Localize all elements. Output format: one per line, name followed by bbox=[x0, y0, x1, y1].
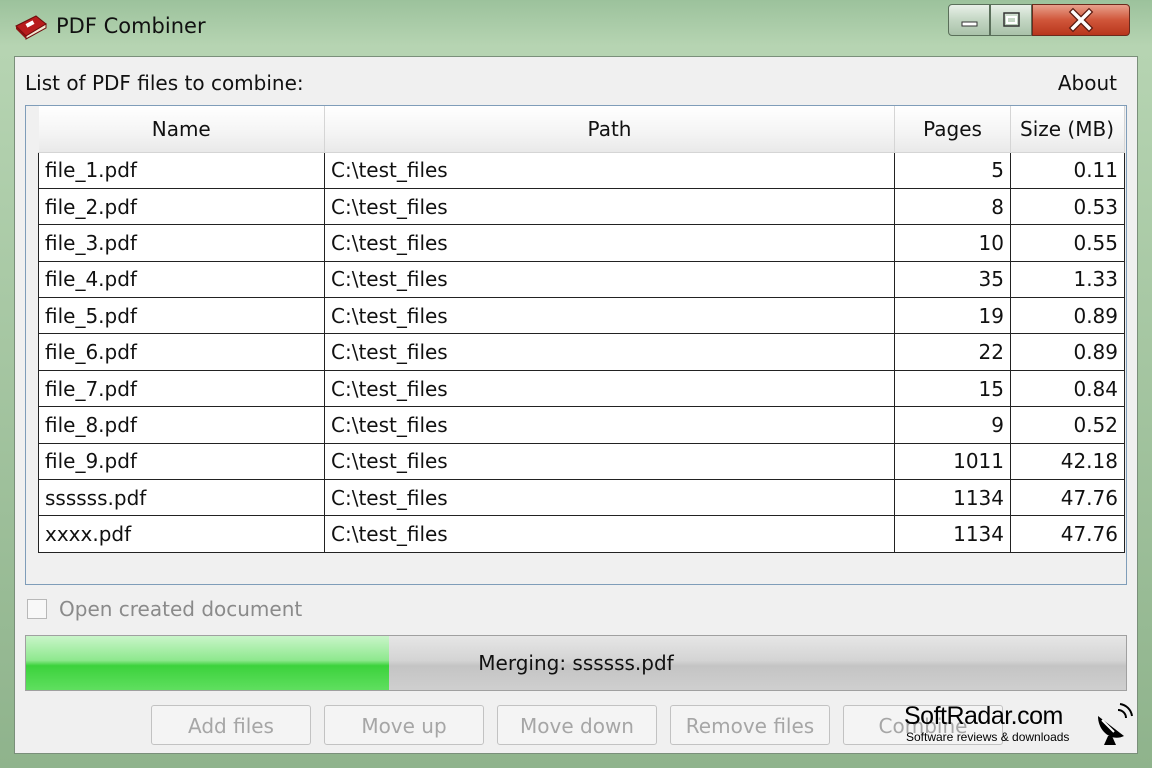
cell-size: 47.76 bbox=[1010, 479, 1125, 517]
cell-name: file_1.pdf bbox=[38, 151, 325, 189]
cell-path: C:\test_files bbox=[324, 442, 895, 481]
minimize-button[interactable] bbox=[948, 4, 990, 36]
remove-files-button[interactable]: Remove files bbox=[670, 705, 830, 745]
table-row[interactable]: file_7.pdf C:\test_files 15 0.84 bbox=[38, 369, 1125, 408]
cell-pages: 35 bbox=[894, 260, 1011, 299]
cell-size: 42.18 bbox=[1010, 442, 1125, 481]
app-window: PDF Combiner List of PDF files to combin… bbox=[0, 0, 1152, 768]
file-grid[interactable]: Name Path Pages Size (MB) file_1.pdf C:\t… bbox=[25, 105, 1127, 585]
cell-pages: 1134 bbox=[894, 515, 1011, 553]
cell-path: C:\test_files bbox=[324, 333, 895, 371]
cell-name: file_9.pdf bbox=[38, 442, 325, 481]
cell-pages: 15 bbox=[894, 369, 1011, 408]
add-files-button[interactable]: Add files bbox=[151, 705, 311, 745]
open-created-label: Open created document bbox=[59, 597, 303, 621]
about-link[interactable]: About bbox=[1058, 71, 1117, 95]
satellite-dish-icon bbox=[1098, 703, 1133, 745]
cell-name: file_8.pdf bbox=[38, 406, 325, 444]
title-bar[interactable]: PDF Combiner bbox=[0, 0, 1152, 56]
progress-text: Merging: ssssss.pdf bbox=[478, 651, 674, 675]
cell-pages: 10 bbox=[894, 224, 1011, 262]
table-row[interactable]: file_3.pdf C:\test_files 10 0.55 bbox=[38, 224, 1125, 262]
column-header-path[interactable]: Path bbox=[324, 106, 895, 153]
cell-pages: 19 bbox=[894, 297, 1011, 335]
table-row[interactable]: file_8.pdf C:\test_files 9 0.52 bbox=[38, 406, 1125, 444]
cell-path: C:\test_files bbox=[324, 515, 895, 553]
cell-pages: 8 bbox=[894, 187, 1011, 226]
cell-path: C:\test_files bbox=[324, 151, 895, 189]
table-row[interactable]: file_6.pdf C:\test_files 22 0.89 bbox=[38, 333, 1125, 371]
cell-size: 0.89 bbox=[1010, 297, 1125, 335]
cell-pages: 1011 bbox=[894, 442, 1011, 481]
cell-path: C:\test_files bbox=[324, 224, 895, 262]
cell-pages: 9 bbox=[894, 406, 1011, 444]
cell-name: xxxx.pdf bbox=[38, 515, 325, 553]
table-row[interactable]: file_1.pdf C:\test_files 5 0.11 bbox=[38, 151, 1125, 189]
cell-path: C:\test_files bbox=[324, 406, 895, 444]
cell-size: 1.33 bbox=[1010, 260, 1125, 299]
cell-size: 47.76 bbox=[1010, 515, 1125, 553]
cell-size: 0.55 bbox=[1010, 224, 1125, 262]
cell-pages: 1134 bbox=[894, 479, 1011, 517]
watermark: SoftRadar.com Software reviews & downloa… bbox=[904, 702, 1140, 762]
window-title: PDF Combiner bbox=[56, 14, 206, 38]
cell-size: 0.84 bbox=[1010, 369, 1125, 408]
cell-name: file_3.pdf bbox=[38, 224, 325, 262]
open-created-checkbox[interactable] bbox=[27, 599, 47, 619]
cell-path: C:\test_files bbox=[324, 187, 895, 226]
move-up-button[interactable]: Move up bbox=[324, 705, 484, 745]
progress-bar: Merging: ssssss.pdf bbox=[25, 635, 1127, 691]
cell-name: ssssss.pdf bbox=[38, 479, 325, 517]
minimize-icon bbox=[961, 21, 978, 27]
cell-name: file_2.pdf bbox=[38, 187, 325, 226]
cell-name: file_4.pdf bbox=[38, 260, 325, 299]
maximize-button[interactable] bbox=[990, 4, 1032, 36]
table-row[interactable]: xxxx.pdf C:\test_files 1134 47.76 bbox=[38, 515, 1125, 553]
maximize-icon bbox=[1003, 12, 1020, 27]
table-header-row: Name Path Pages Size (MB) bbox=[38, 106, 1125, 153]
cell-path: C:\test_files bbox=[324, 297, 895, 335]
cell-pages: 5 bbox=[894, 151, 1011, 189]
main-panel: List of PDF files to combine: About Name… bbox=[14, 56, 1138, 754]
watermark-title: SoftRadar.com bbox=[904, 702, 1063, 730]
cell-path: C:\test_files bbox=[324, 260, 895, 299]
table-row[interactable]: file_4.pdf C:\test_files 35 1.33 bbox=[38, 260, 1125, 299]
file-list-label: List of PDF files to combine: bbox=[25, 71, 304, 95]
cell-name: file_5.pdf bbox=[38, 297, 325, 335]
table-row[interactable]: file_9.pdf C:\test_files 1011 42.18 bbox=[38, 442, 1125, 481]
column-header-name[interactable]: Name bbox=[38, 106, 325, 153]
pdf-book-icon bbox=[15, 15, 47, 40]
table-row[interactable]: file_2.pdf C:\test_files 8 0.53 bbox=[38, 187, 1125, 226]
close-button[interactable] bbox=[1032, 4, 1130, 36]
cell-size: 0.52 bbox=[1010, 406, 1125, 444]
file-table: Name Path Pages Size (MB) file_1.pdf C:\t… bbox=[38, 106, 1125, 553]
table-row[interactable]: file_5.pdf C:\test_files 19 0.89 bbox=[38, 297, 1125, 335]
column-header-pages[interactable]: Pages bbox=[894, 106, 1011, 153]
cell-path: C:\test_files bbox=[324, 369, 895, 408]
cell-size: 0.11 bbox=[1010, 151, 1125, 189]
cell-path: C:\test_files bbox=[324, 479, 895, 517]
cell-size: 0.53 bbox=[1010, 187, 1125, 226]
column-header-size[interactable]: Size (MB) bbox=[1010, 106, 1125, 153]
watermark-subtitle: Software reviews & downloads bbox=[906, 730, 1070, 744]
table-row[interactable]: ssssss.pdf C:\test_files 1134 47.76 bbox=[38, 479, 1125, 517]
move-down-button[interactable]: Move down bbox=[497, 705, 657, 745]
cell-name: file_7.pdf bbox=[38, 369, 325, 408]
close-icon bbox=[1068, 7, 1094, 33]
window-controls bbox=[942, 2, 1140, 38]
cell-name: file_6.pdf bbox=[38, 333, 325, 371]
cell-pages: 22 bbox=[894, 333, 1011, 371]
cell-size: 0.89 bbox=[1010, 333, 1125, 371]
